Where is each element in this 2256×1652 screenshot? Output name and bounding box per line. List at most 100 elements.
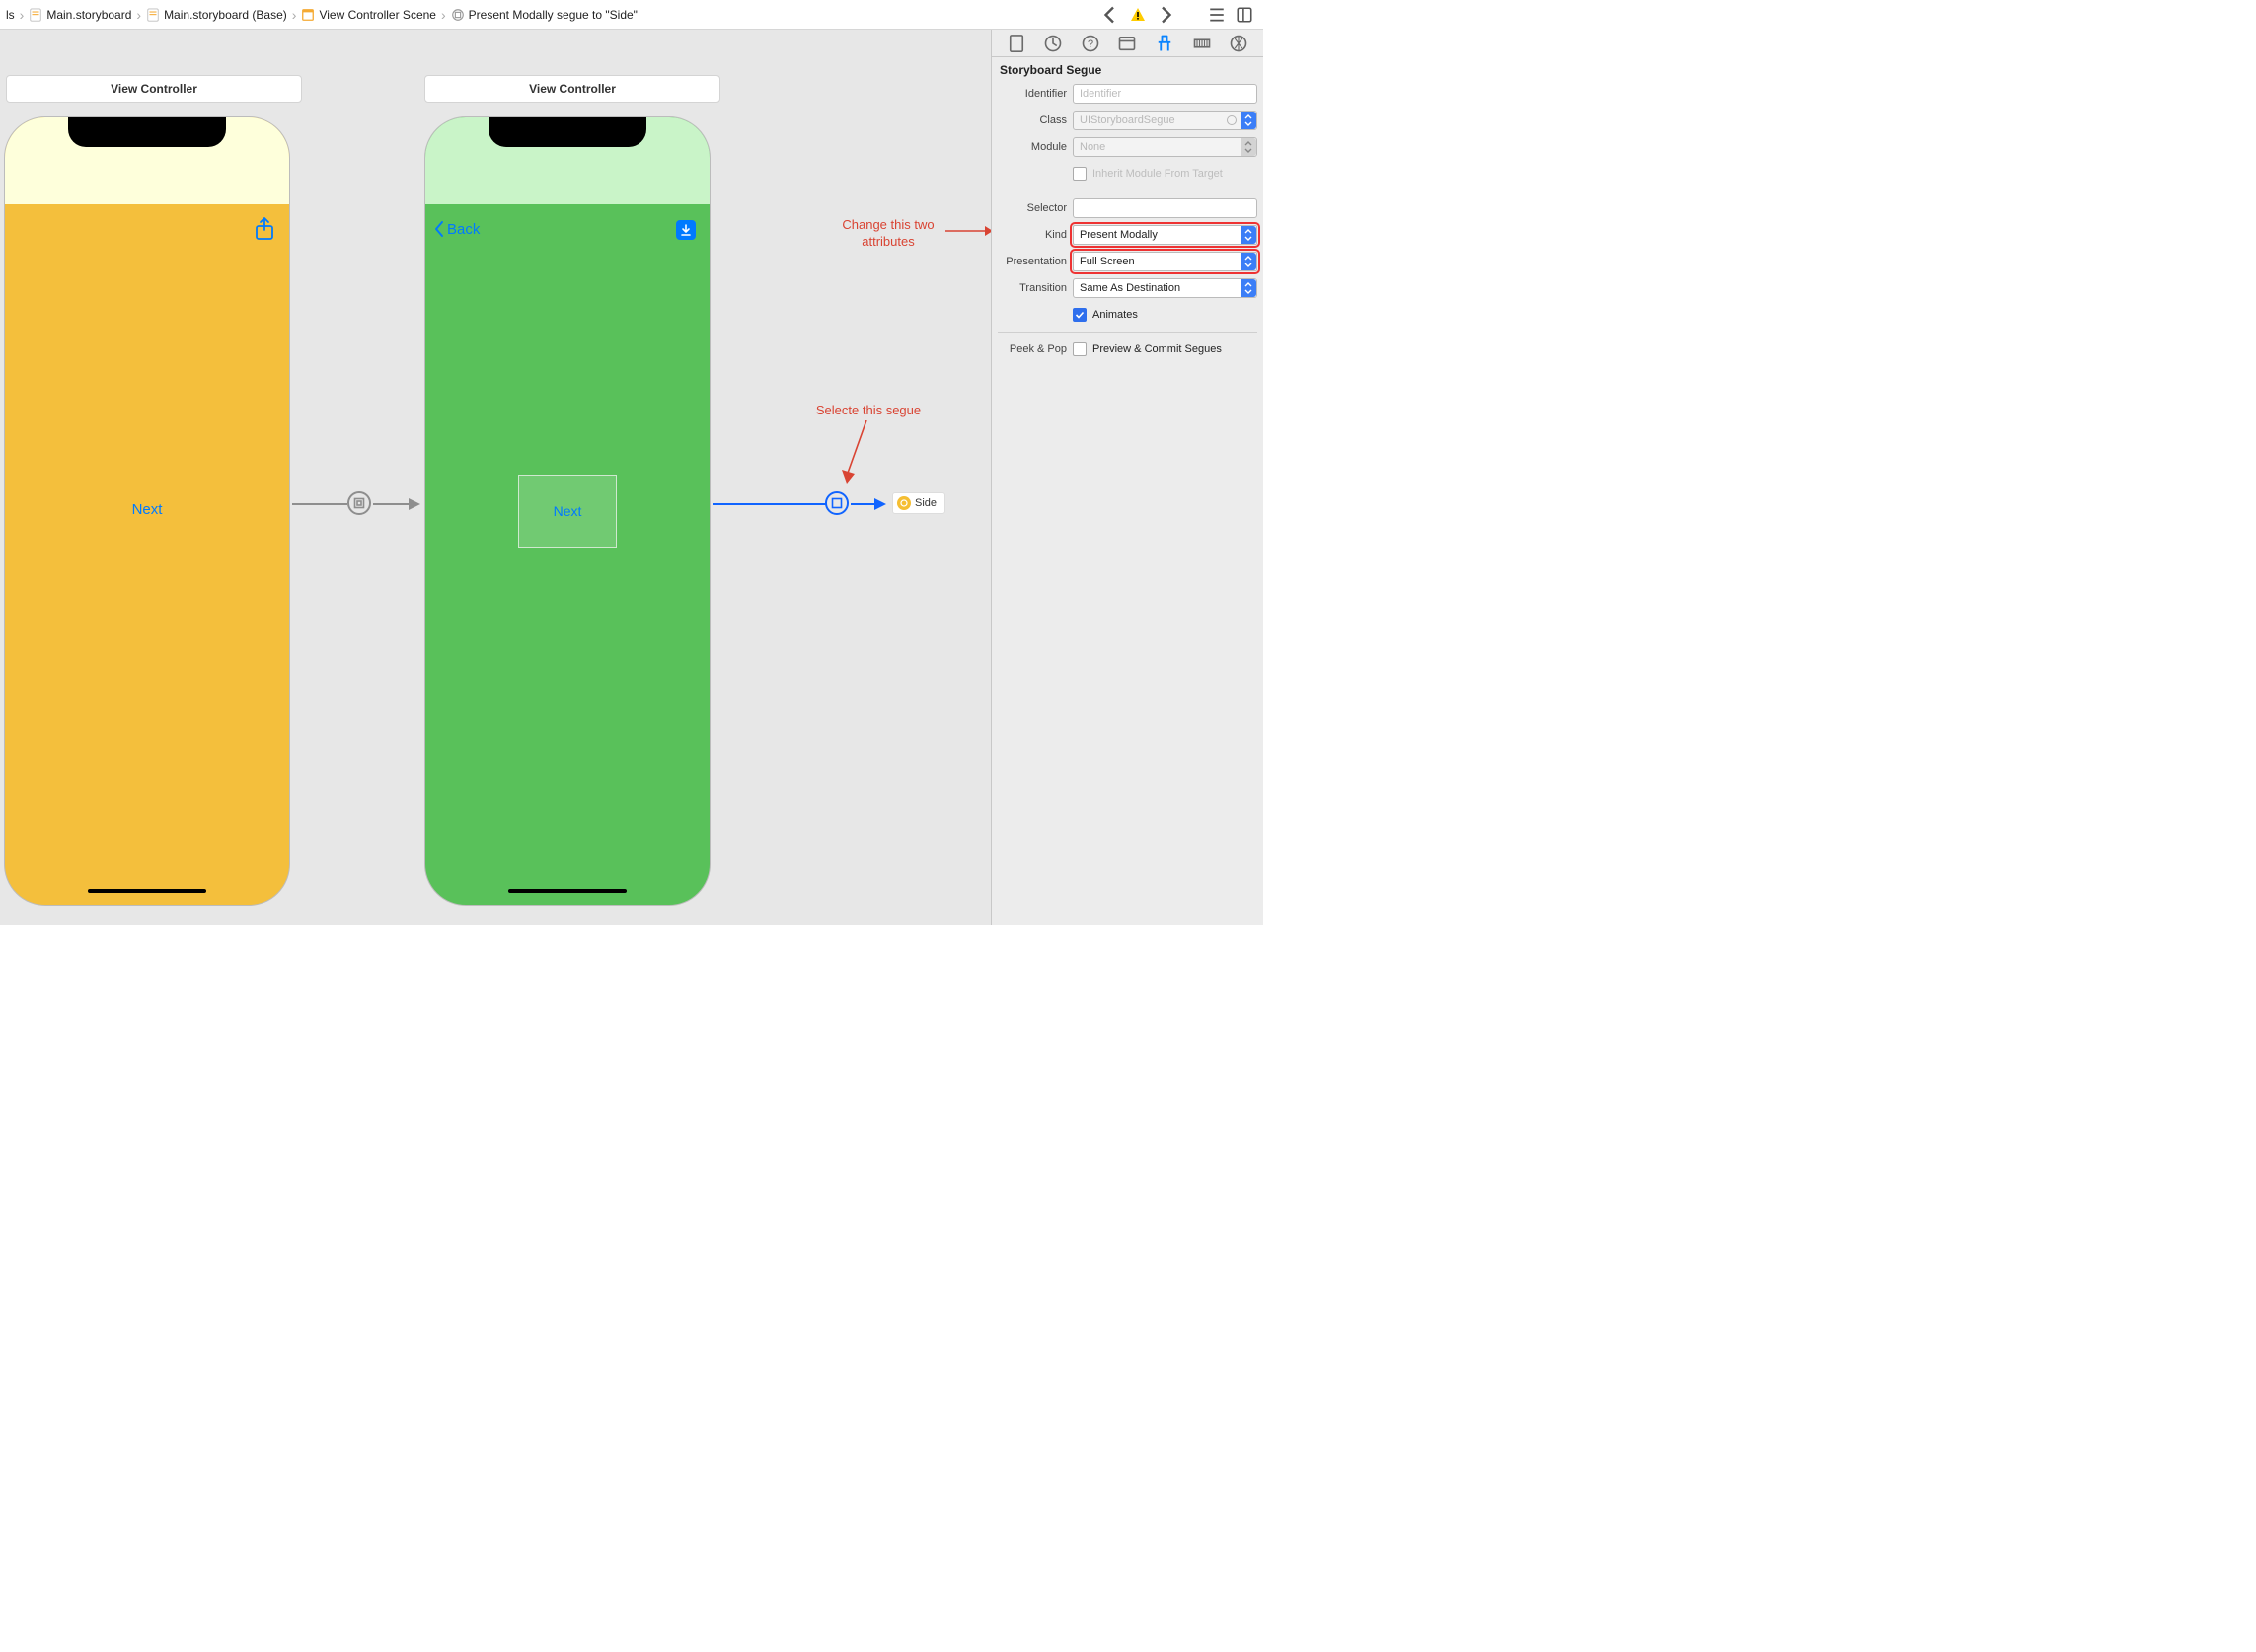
breadcrumb-label: ls [6, 8, 15, 22]
scene-reference-label: Side [915, 497, 937, 509]
transition-value: Same As Destination [1080, 282, 1180, 294]
nav-forward-button[interactable] [1157, 6, 1174, 24]
dropdown-stepper-icon [1241, 138, 1256, 156]
back-button[interactable]: Back [433, 220, 480, 238]
kind-select[interactable]: Present Modally [1073, 225, 1257, 245]
topbar-controls [1091, 0, 1263, 29]
breadcrumb-label: Present Modally segue to "Side" [469, 8, 638, 22]
nav-bar [5, 165, 289, 204]
breadcrumb: ls › Main.storyboard › Main.storyboard (… [0, 0, 1091, 29]
next-button[interactable]: Next [132, 501, 163, 518]
presentation-select[interactable]: Full Screen [1073, 252, 1257, 271]
inspector-panel: ? Storyboard Segue Identifier Class UISt… [991, 30, 1263, 925]
inherit-module-label: Inherit Module From Target [1092, 168, 1223, 180]
outlet-indicator-icon [1227, 115, 1237, 125]
chevron-right-icon: › [19, 7, 26, 23]
scene-title-bar[interactable]: View Controller [424, 75, 720, 103]
storyboard-file-icon [146, 8, 160, 22]
chevron-right-icon: › [291, 7, 298, 23]
attributes-inspector-tab-icon[interactable] [1155, 34, 1174, 53]
transition-select[interactable]: Same As Destination [1073, 278, 1257, 298]
issues-warning-icon[interactable] [1129, 6, 1147, 24]
outline-toggle-icon[interactable] [1208, 6, 1226, 24]
nav-bar: Back [425, 165, 710, 204]
next-button-label: Next [554, 503, 582, 519]
svg-text:?: ? [1088, 38, 1093, 49]
help-inspector-tab-icon[interactable]: ? [1081, 34, 1100, 53]
share-icon[interactable] [254, 216, 275, 242]
device-frame: Back Next [424, 116, 711, 906]
breadcrumb-label: View Controller Scene [319, 8, 436, 22]
animates-label: Animates [1092, 309, 1138, 321]
chevron-right-icon: › [440, 7, 447, 23]
editor-top-bar: ls › Main.storyboard › Main.storyboard (… [0, 0, 1263, 30]
kind-value: Present Modally [1080, 229, 1158, 241]
storyboard-ref-icon [897, 496, 911, 510]
module-value: None [1080, 141, 1105, 153]
dropdown-stepper-icon [1241, 253, 1256, 270]
chevron-right-icon: › [135, 7, 142, 23]
inspector-tab-strip: ? [992, 30, 1263, 57]
breadcrumb-label: Main.storyboard (Base) [164, 8, 287, 22]
annotation-text: Change this two attributes [819, 217, 957, 251]
history-inspector-tab-icon[interactable] [1043, 34, 1063, 53]
size-inspector-tab-icon[interactable] [1192, 34, 1212, 53]
breadcrumb-item[interactable]: Main.storyboard [29, 8, 131, 22]
selector-input[interactable] [1073, 198, 1257, 218]
scene-view-controller-2[interactable]: View Controller Back Next [424, 75, 720, 906]
home-indicator [508, 889, 627, 893]
dropdown-stepper-icon [1241, 226, 1256, 244]
scene-title: View Controller [529, 82, 616, 96]
segue-icon [451, 8, 465, 22]
presentation-value: Full Screen [1080, 256, 1135, 267]
annotation-arrow-icon [945, 224, 991, 238]
device-frame: Next [4, 116, 290, 906]
field-label: Selector [998, 202, 1073, 214]
connections-inspector-tab-icon[interactable] [1229, 34, 1248, 53]
breadcrumb-item[interactable]: ls [6, 8, 15, 22]
home-indicator [88, 889, 206, 893]
module-select[interactable]: None [1073, 137, 1257, 157]
inspector-section: Identifier Class UIStoryboardSegue Modul… [992, 81, 1263, 371]
animates-checkbox[interactable] [1073, 308, 1087, 322]
segue-node-icon[interactable] [347, 491, 371, 515]
scene-title: View Controller [111, 82, 197, 96]
scene-title-bar[interactable]: View Controller [6, 75, 302, 103]
download-icon[interactable] [676, 220, 696, 240]
breadcrumb-label: Main.storyboard [46, 8, 131, 22]
scene-view-controller-1[interactable]: View Controller Next [6, 75, 302, 906]
field-label: Transition [998, 282, 1073, 294]
breadcrumb-item[interactable]: Main.storyboard (Base) [146, 8, 287, 22]
file-inspector-tab-icon[interactable] [1007, 34, 1026, 53]
peek-pop-checkbox[interactable] [1073, 342, 1087, 356]
inherit-module-checkbox[interactable] [1073, 167, 1087, 181]
segue-node-icon[interactable] [825, 491, 849, 515]
annotation-arrow-icon [839, 420, 878, 489]
field-label: Peek & Pop [998, 343, 1073, 355]
next-button[interactable]: Next [518, 475, 617, 548]
device-notch [68, 117, 226, 147]
field-label: Kind [998, 229, 1073, 241]
identity-inspector-tab-icon[interactable] [1117, 34, 1137, 53]
storyboard-file-icon [29, 8, 42, 22]
adjust-editor-icon[interactable] [1236, 6, 1253, 24]
back-label: Back [447, 221, 480, 238]
field-label: Module [998, 141, 1073, 153]
scene-icon [301, 8, 315, 22]
scene-reference-chip[interactable]: Side [892, 492, 945, 514]
identifier-input[interactable] [1073, 84, 1257, 104]
inspector-section-header: Storyboard Segue [992, 57, 1263, 81]
breadcrumb-item[interactable]: Present Modally segue to "Side" [451, 8, 638, 22]
class-value: UIStoryboardSegue [1080, 114, 1175, 126]
field-label: Presentation [998, 256, 1073, 267]
field-label: Identifier [998, 88, 1073, 100]
storyboard-canvas[interactable]: View Controller Next View Controller [0, 30, 991, 925]
field-label: Class [998, 114, 1073, 126]
peek-pop-label: Preview & Commit Segues [1092, 343, 1222, 355]
annotation-text: Selecte this segue [799, 403, 938, 419]
dropdown-stepper-icon [1241, 279, 1256, 297]
nav-back-button[interactable] [1101, 6, 1119, 24]
breadcrumb-item[interactable]: View Controller Scene [301, 8, 436, 22]
dropdown-stepper-icon [1241, 112, 1256, 129]
class-select[interactable]: UIStoryboardSegue [1073, 111, 1257, 130]
